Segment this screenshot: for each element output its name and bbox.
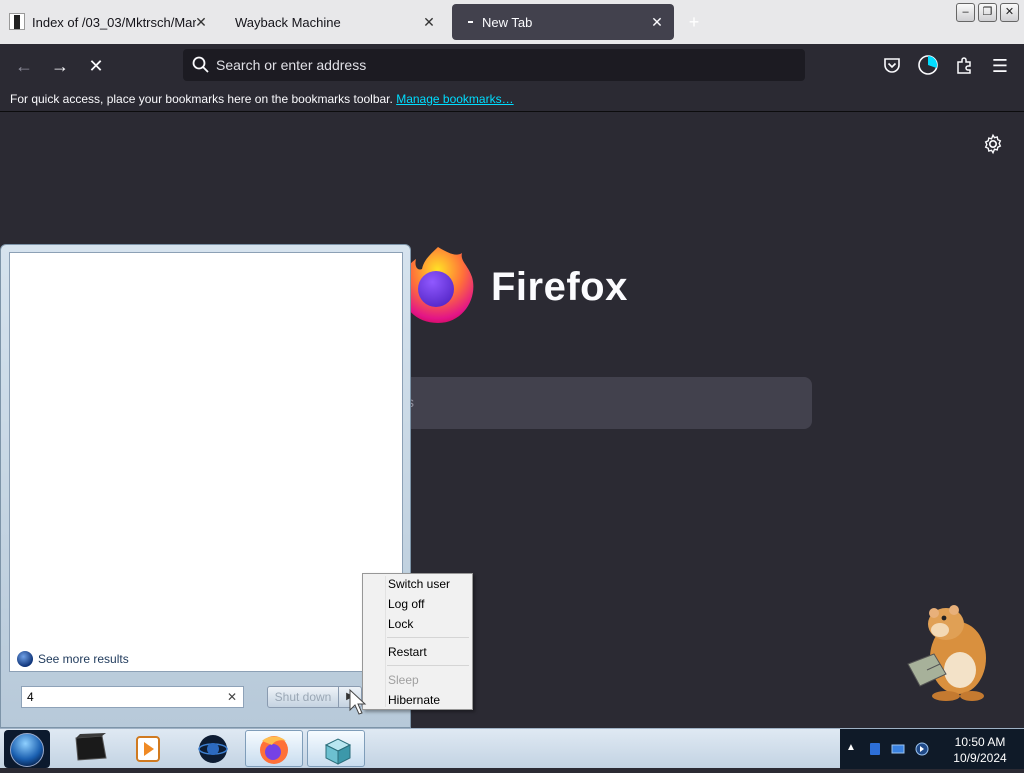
address-input[interactable] [216, 54, 786, 76]
account-icon[interactable] [917, 54, 939, 76]
tab-strip: Index of /03_03/Mktrsch/Marke ✕ Wayback … [0, 0, 1024, 44]
black-box-icon [75, 733, 107, 761]
tab-title: New Tab [482, 14, 533, 30]
clock-time: 10:50 AM [954, 735, 1006, 749]
start-button[interactable] [4, 730, 50, 768]
shut-down-button[interactable]: Shut down [267, 686, 339, 708]
close-window-button[interactable]: ✕ [1000, 3, 1019, 22]
app-menu-button[interactable]: ☰ [988, 55, 1012, 77]
windows-orb-icon [10, 733, 44, 767]
search-icon [192, 56, 209, 73]
new-tab-button[interactable]: + [684, 12, 704, 32]
tab-new-tab[interactable]: New Tab ✕ [452, 4, 674, 40]
navigation-toolbar: ← → ✕ ☰ [0, 44, 1024, 88]
bookmarks-toolbar: For quick access, place your bookmarks h… [0, 88, 1024, 112]
loading-indicator-icon [468, 21, 473, 23]
firefox-wordmark: Firefox [491, 265, 628, 309]
taskbar-app-cube[interactable] [307, 730, 365, 767]
menu-item-lock[interactable]: Lock [388, 615, 413, 633]
start-search-input[interactable] [27, 689, 217, 705]
see-more-results-label: See more results [38, 652, 129, 666]
start-menu: See more results ✕ Shut down ▶ [0, 244, 411, 728]
tab-close-icon[interactable]: ✕ [420, 13, 438, 31]
mouse-cursor-icon [349, 688, 367, 715]
taskbar-app-media-player[interactable] [122, 730, 180, 767]
taskbar: ▲ 10:50 AM 10/9/2024 [0, 728, 1024, 769]
cube-grid-icon [324, 738, 352, 765]
globe-icon [198, 735, 228, 763]
gear-icon[interactable] [982, 133, 1004, 155]
site-favicon-icon [9, 13, 25, 30]
minimize-button[interactable]: – [956, 3, 975, 22]
power-options-menu: Switch user Log off Lock Restart Sleep H… [362, 573, 473, 710]
bookmarks-message: For quick access, place your bookmarks h… [10, 92, 514, 106]
taskbar-app-globe[interactable] [184, 730, 242, 767]
start-search-box[interactable]: ✕ [21, 686, 244, 708]
menu-separator [387, 665, 469, 666]
volume-icon[interactable] [914, 741, 930, 757]
show-hidden-icons-button[interactable]: ▲ [846, 742, 856, 753]
taskbar-app-black-box[interactable] [62, 730, 120, 767]
tab-title: Wayback Machine [235, 14, 341, 30]
pocket-icon[interactable] [882, 55, 902, 75]
tab-title: Index of /03_03/Mktrsch/Marke [32, 14, 196, 30]
menu-item-restart[interactable]: Restart [388, 643, 427, 661]
forward-button[interactable]: → [48, 55, 72, 77]
manage-bookmarks-link[interactable]: Manage bookmarks… [396, 92, 513, 106]
monitor-icon[interactable] [890, 741, 906, 757]
clock-date: 10/9/2024 [953, 751, 1007, 765]
extensions-icon[interactable] [954, 55, 974, 75]
firefox-icon [260, 736, 288, 764]
menu-gutter [385, 576, 386, 707]
menu-item-switch-user[interactable]: Switch user [388, 575, 450, 593]
menu-separator [387, 637, 469, 638]
tab-close-icon[interactable]: ✕ [192, 13, 210, 31]
media-player-icon [136, 736, 160, 762]
back-button[interactable]: ← [12, 55, 36, 77]
clock[interactable]: 10:50 AM 10/9/2024 [945, 734, 1015, 766]
menu-item-hibernate[interactable]: Hibernate [388, 691, 440, 709]
tab-close-icon[interactable]: ✕ [648, 13, 666, 31]
bookmarks-hint: For quick access, place your bookmarks h… [10, 92, 393, 106]
system-tray: ▲ 10:50 AM 10/9/2024 [840, 729, 1024, 769]
stop-button[interactable]: ✕ [84, 55, 108, 77]
address-bar[interactable] [183, 49, 805, 81]
search-globe-icon [17, 651, 33, 667]
clear-search-icon[interactable]: ✕ [227, 690, 237, 704]
menu-item-sleep: Sleep [388, 673, 419, 687]
taskbar-app-firefox[interactable] [245, 730, 303, 767]
network-icon[interactable] [867, 741, 883, 757]
tab-wayback-machine[interactable]: Wayback Machine ✕ [226, 4, 446, 40]
search-results-pane: See more results [9, 252, 403, 672]
see-more-results-link[interactable]: See more results [17, 651, 129, 667]
tab-index[interactable]: Index of /03_03/Mktrsch/Marke ✕ [0, 4, 218, 40]
hamster-desktop-pet-icon [907, 605, 986, 701]
menu-item-log-off[interactable]: Log off [388, 595, 424, 613]
restore-button[interactable]: ❐ [978, 3, 997, 22]
